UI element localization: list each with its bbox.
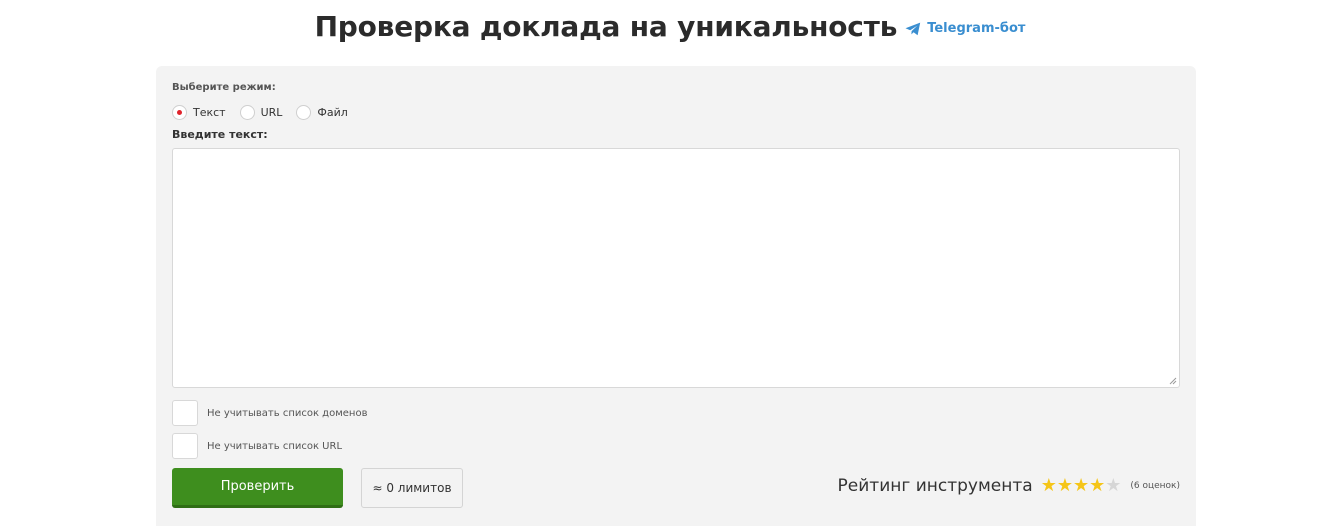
ignore-urls-checkbox[interactable]: [172, 433, 198, 459]
ignore-domains-checkbox[interactable]: [172, 400, 198, 426]
check-button[interactable]: Проверить: [172, 468, 343, 508]
radio-text-label: Текст: [193, 106, 226, 119]
text-input-area[interactable]: [172, 148, 1180, 388]
radio-text[interactable]: Текст: [172, 105, 226, 120]
telegram-bot-link[interactable]: Telegram-бот: [905, 21, 1025, 36]
star-icon[interactable]: ★: [1105, 477, 1121, 495]
radio-file[interactable]: Файл: [296, 105, 348, 120]
star-icon[interactable]: ★: [1073, 477, 1089, 495]
radio-file-circle[interactable]: [296, 105, 312, 120]
radio-url-circle[interactable]: [239, 105, 255, 120]
telegram-plane-icon: [905, 21, 921, 36]
star-icon[interactable]: ★: [1089, 477, 1105, 495]
resize-grip-icon[interactable]: [1169, 377, 1177, 385]
ignore-urls-label: Не учитывать список URL: [207, 440, 343, 452]
text-input-label: Введите текст:: [172, 128, 268, 141]
radio-text-circle[interactable]: [172, 105, 187, 120]
option-ignore-domains[interactable]: Не учитывать список доменов: [172, 400, 367, 426]
rating-label: Рейтинг инструмента: [837, 476, 1033, 496]
tool-rating: Рейтинг инструмента ★ ★ ★ ★ ★ (6 оценок): [838, 476, 1180, 496]
page-title: Проверка доклада на уникальность: [314, 9, 898, 43]
check-form-panel: Выберите режим: Текст URL Файл Введите т…: [156, 66, 1196, 526]
page-header: Проверка доклада на уникальность Telegra…: [0, 6, 1340, 46]
mode-radio-group: Текст URL Файл: [172, 105, 362, 120]
option-ignore-urls[interactable]: Не учитывать список URL: [172, 433, 342, 459]
rating-stars[interactable]: ★ ★ ★ ★ ★: [1041, 477, 1122, 495]
limits-button[interactable]: ≈ 0 лимитов: [361, 468, 463, 508]
telegram-bot-label: Telegram-бот: [927, 20, 1026, 36]
ignore-domains-label: Не учитывать список доменов: [207, 407, 368, 419]
radio-url-label: URL: [260, 106, 283, 119]
mode-label: Выберите режим:: [172, 82, 276, 93]
radio-file-label: Файл: [317, 106, 348, 119]
rating-count: (6 оценок): [1130, 481, 1180, 491]
star-icon[interactable]: ★: [1057, 477, 1073, 495]
star-icon[interactable]: ★: [1041, 477, 1057, 495]
radio-url[interactable]: URL: [239, 105, 283, 120]
